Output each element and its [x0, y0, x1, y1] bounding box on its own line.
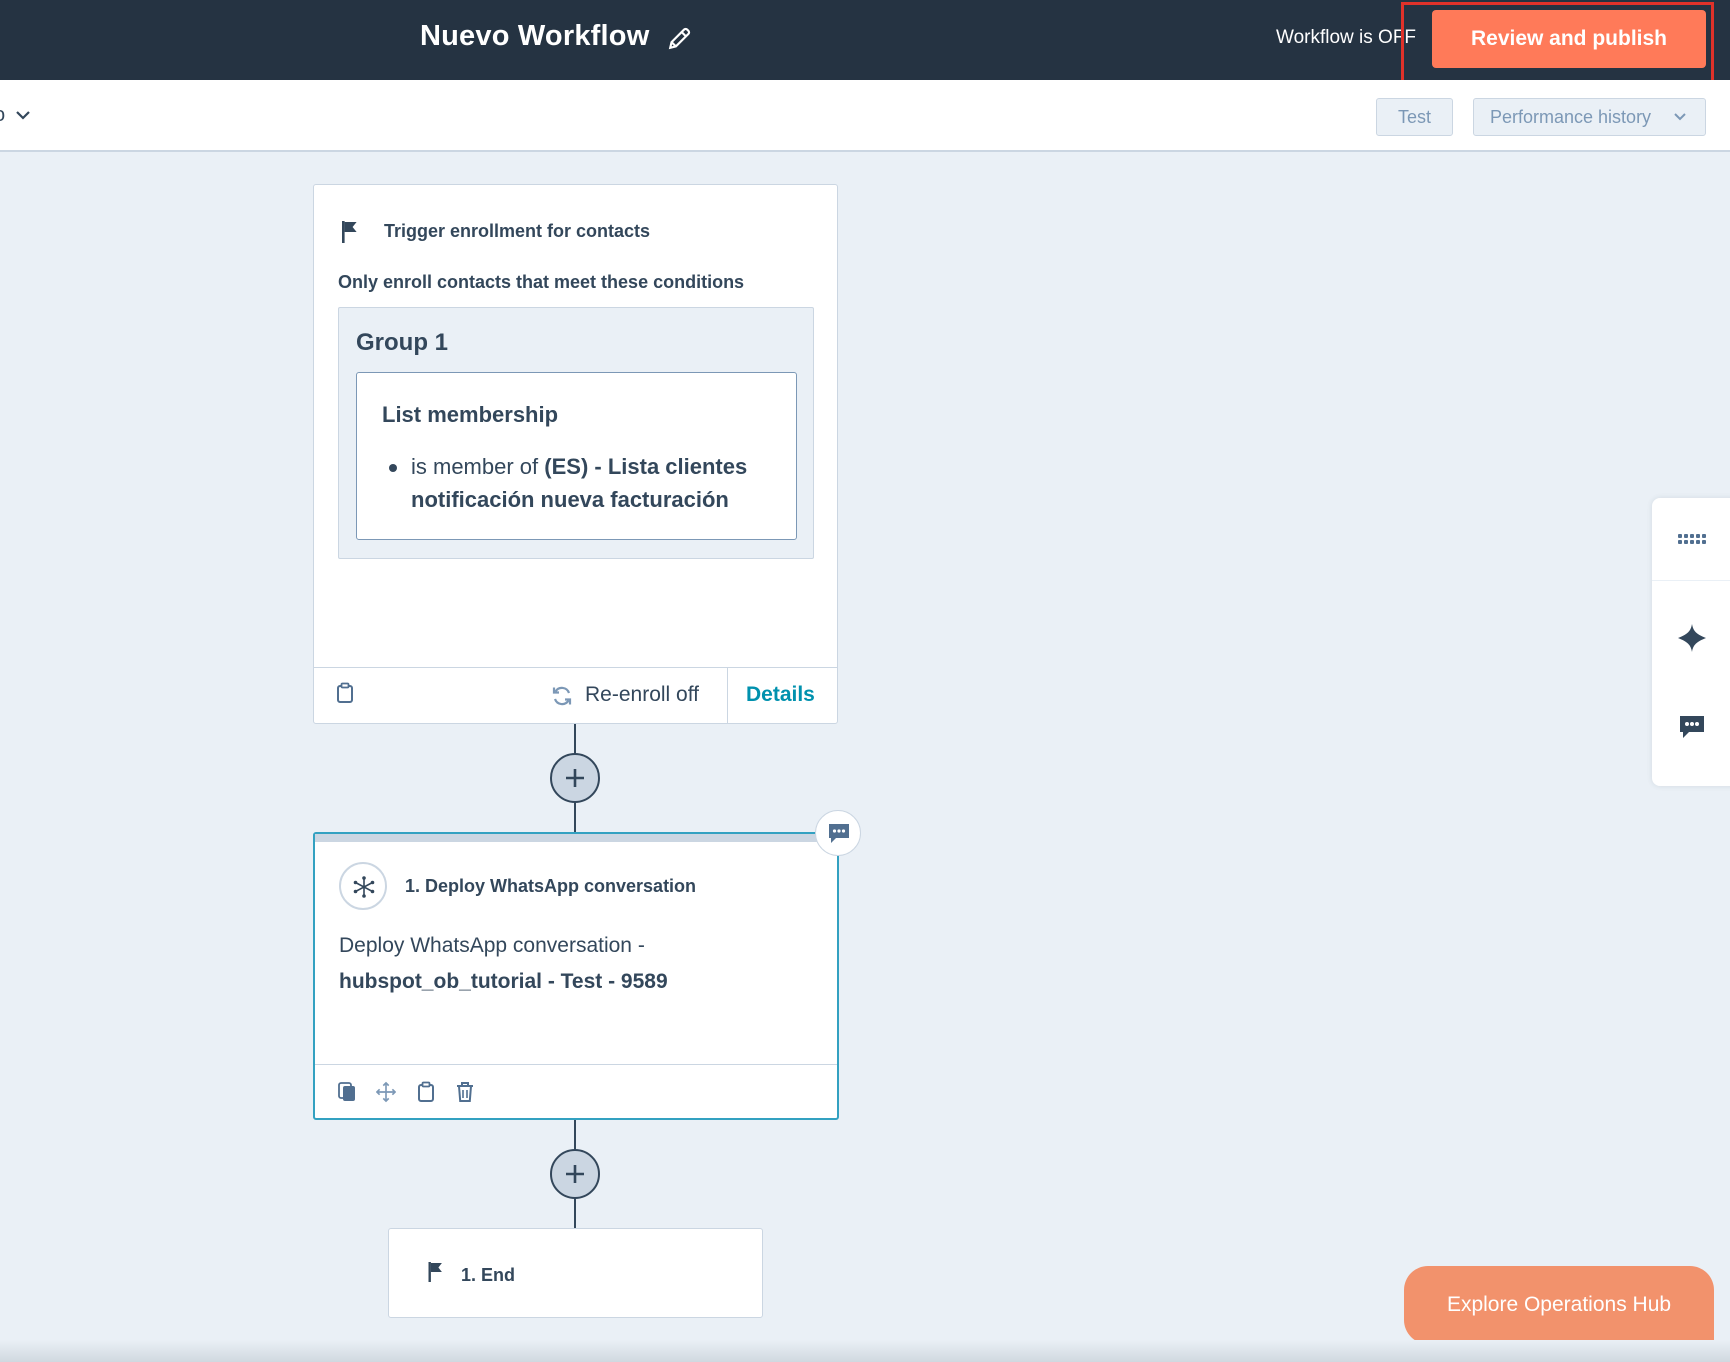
flag-icon: [342, 221, 357, 243]
refresh-icon: [552, 686, 572, 706]
sparkle-icon[interactable]: [1676, 622, 1708, 654]
review-and-publish-button[interactable]: Review and publish: [1432, 10, 1706, 68]
sub-toolbar: o Test Performance history: [0, 80, 1730, 152]
condition-prefix: is member of: [411, 454, 539, 479]
divider: [1652, 580, 1730, 581]
action-description: Deploy WhatsApp conversation -: [339, 934, 645, 957]
condition-value-line2: notificación nueva facturación: [411, 487, 729, 512]
condition-title: List membership: [382, 402, 559, 427]
end-card[interactable]: 1. End: [388, 1228, 763, 1318]
flag-icon: [428, 1262, 442, 1282]
workflow-title[interactable]: Nuevo Workflow: [420, 20, 649, 53]
plus-icon: [566, 769, 584, 787]
asterisk-network-icon: [353, 876, 375, 898]
condition-value-line1: (ES) - Lista clientes: [544, 454, 748, 479]
condition-description: is member of (ES) - Lista clientes notif…: [411, 450, 781, 516]
action-description-detail: hubspot_ob_tutorial - Test - 9589: [339, 970, 668, 993]
action-card[interactable]: 1. Deploy WhatsApp conversation Deploy W…: [313, 832, 839, 1120]
top-header-bar: Nuevo Workflow Workflow is OFF Review an…: [0, 0, 1730, 80]
add-action-button[interactable]: [550, 1149, 600, 1199]
grid-dots-icon[interactable]: [1676, 523, 1708, 555]
details-cell: Details: [727, 668, 837, 723]
trash-icon[interactable]: [455, 1081, 475, 1103]
trigger-title: Trigger enrollment for contacts: [384, 221, 651, 241]
clipboard-icon[interactable]: [416, 1081, 436, 1103]
group-title: Group 1: [356, 329, 449, 356]
performance-history-label: Performance history: [1490, 106, 1652, 127]
trigger-footer: Re-enroll off Details: [314, 667, 837, 723]
partial-menu-label[interactable]: o: [0, 104, 5, 127]
clipboard-icon[interactable]: [336, 682, 354, 704]
trigger-subtitle: Only enroll contacts that meet these con…: [338, 272, 745, 292]
explore-operations-hub-button[interactable]: Explore Operations Hub: [1404, 1266, 1714, 1344]
workflow-status: Workflow is OFF: [1276, 27, 1417, 48]
condition-filter[interactable]: List membership is member of (ES) - List…: [356, 372, 797, 540]
bottom-scroll-edge: [0, 1340, 1730, 1362]
action-icon-circle: [339, 862, 387, 910]
chevron-down-icon[interactable]: [14, 106, 32, 124]
chevron-down-icon: [1674, 113, 1686, 121]
action-top-stripe: [315, 834, 837, 842]
side-tools-panel: [1652, 498, 1730, 786]
comment-icon: [829, 824, 849, 843]
bullet: [389, 464, 397, 472]
end-label: 1. End: [461, 1265, 516, 1285]
performance-history-button[interactable]: Performance history: [1473, 98, 1706, 136]
details-link[interactable]: Details: [746, 683, 815, 707]
condition-group: Group 1 List membership is member of (ES…: [338, 307, 814, 559]
move-icon[interactable]: [376, 1081, 396, 1103]
test-button[interactable]: Test: [1376, 98, 1453, 136]
action-title: 1. Deploy WhatsApp conversation: [405, 876, 697, 896]
action-footer: [315, 1064, 837, 1118]
plus-icon: [566, 1165, 584, 1183]
comment-icon[interactable]: [1676, 710, 1708, 742]
comment-button[interactable]: [815, 810, 861, 856]
copy-icon[interactable]: [337, 1081, 357, 1103]
reenroll-label: Re-enroll off: [585, 683, 700, 706]
add-action-button[interactable]: [550, 753, 600, 803]
trigger-card[interactable]: Trigger enrollment for contacts Only enr…: [313, 184, 838, 724]
pencil-icon[interactable]: [667, 24, 693, 52]
